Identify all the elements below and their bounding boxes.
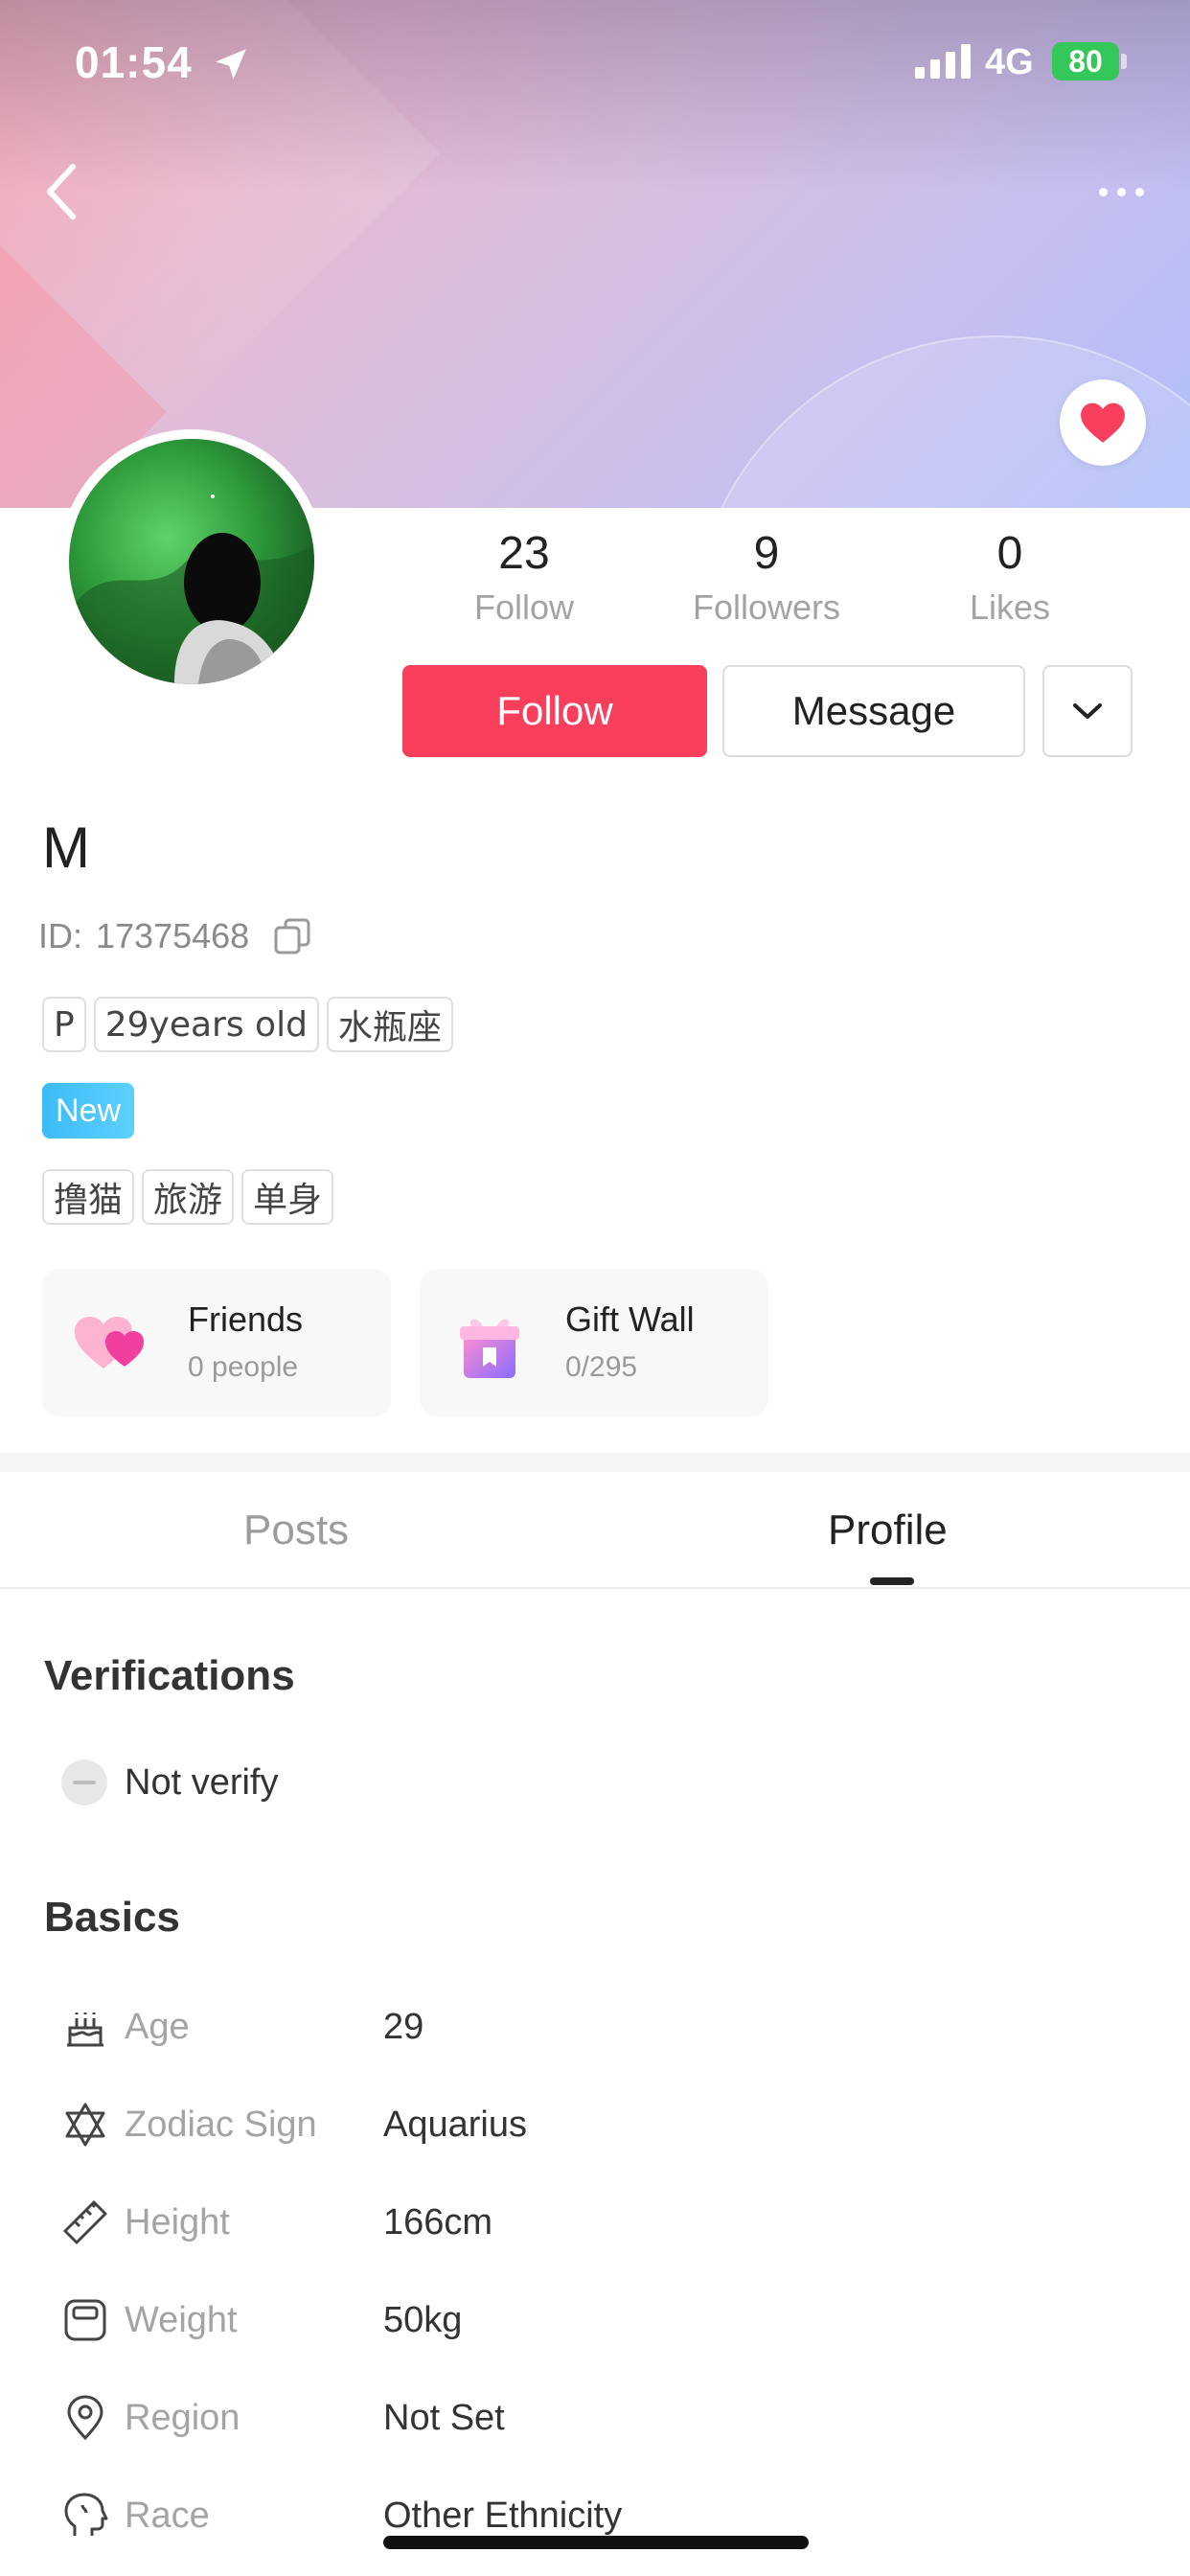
- gift-icon: [448, 1309, 535, 1378]
- battery-icon: 80: [1052, 42, 1119, 80]
- card-subtitle: 0 people: [188, 1351, 299, 1383]
- info-row-height: Height 166cm: [59, 2189, 1152, 2256]
- follow-button[interactable]: Follow: [402, 665, 707, 757]
- info-value: 50kg: [383, 2299, 463, 2340]
- interest-tag: 撸猫: [42, 1169, 135, 1225]
- verifications-title: Verifications: [44, 1652, 295, 1699]
- verification-text: Not verify: [125, 1761, 279, 1803]
- new-badge: New: [42, 1083, 135, 1138]
- interest-tag: 旅游: [142, 1169, 235, 1225]
- status-bar: 01:54 4G 80: [0, 0, 1190, 125]
- not-verified-icon: [61, 1760, 107, 1806]
- stat-likes[interactable]: 0 Likes: [904, 527, 1115, 628]
- hearts-icon: [71, 1309, 157, 1376]
- avatar-image: [69, 439, 314, 684]
- info-label: Weight: [125, 2299, 238, 2340]
- id-value: 17375468: [96, 916, 250, 955]
- section-divider: [0, 1453, 1190, 1472]
- profile-name: M: [42, 816, 90, 880]
- stat-followers[interactable]: 9 Followers: [661, 527, 872, 628]
- more-dot: [1134, 187, 1144, 196]
- battery-level: 80: [1068, 43, 1103, 79]
- tab-indicator: [870, 1577, 914, 1585]
- info-value: 29: [383, 2006, 424, 2047]
- info-label: Age: [125, 2006, 190, 2047]
- info-value: Aquarius: [383, 2104, 527, 2145]
- stat-label: Followers: [692, 587, 841, 627]
- ruler-icon: [59, 2196, 111, 2248]
- location-pin-icon: [59, 2392, 111, 2444]
- network-type: 4G: [985, 42, 1034, 82]
- info-row-weight: Weight 50kg: [59, 2287, 1152, 2354]
- battery-cap: [1121, 54, 1127, 69]
- info-label: Race: [125, 2495, 210, 2536]
- stat-label: Likes: [969, 587, 1051, 627]
- copy-icon[interactable]: [272, 916, 312, 956]
- star-of-david-icon: [59, 2099, 111, 2150]
- verification-status: Not verify: [61, 1760, 278, 1806]
- cellular-signal-icon: [915, 44, 973, 83]
- tab-posts[interactable]: Posts: [243, 1506, 349, 1554]
- head-silhouette-icon: [59, 2490, 111, 2542]
- interest-tag: 单身: [241, 1169, 334, 1225]
- basics-title: Basics: [44, 1894, 180, 1941]
- gift-wall-card[interactable]: Gift Wall 0/295: [420, 1269, 768, 1416]
- card-subtitle: 0/295: [565, 1351, 638, 1383]
- info-value: 166cm: [383, 2201, 493, 2242]
- dropdown-button[interactable]: [1042, 665, 1133, 757]
- location-arrow-icon: [211, 44, 251, 89]
- stat-value: 23: [498, 528, 550, 579]
- id-label: ID:: [38, 916, 83, 955]
- tag: 水瓶座: [326, 997, 453, 1052]
- profile-tags: P 29years old 水瓶座: [42, 997, 453, 1052]
- tag: P: [42, 997, 86, 1052]
- info-row-region: Region Not Set: [59, 2384, 1152, 2451]
- more-dot: [1116, 187, 1126, 196]
- status-time: 01:54: [75, 37, 193, 87]
- stat-label: Follow: [473, 587, 575, 627]
- cake-icon: [59, 2001, 111, 2053]
- friends-card[interactable]: Friends 0 people: [42, 1269, 391, 1416]
- info-label: Zodiac Sign: [125, 2104, 317, 2145]
- info-label: Region: [125, 2397, 240, 2438]
- back-button[interactable]: [23, 153, 100, 230]
- avatar[interactable]: [59, 429, 324, 694]
- info-label: Height: [125, 2201, 230, 2242]
- card-title: Gift Wall: [565, 1300, 695, 1339]
- more-options-button[interactable]: [1083, 163, 1159, 220]
- info-value: Not Set: [383, 2397, 505, 2438]
- stat-follow[interactable]: 23 Follow: [419, 527, 629, 628]
- chevron-down-icon: [1073, 703, 1102, 719]
- chevron-left-icon: [47, 164, 76, 219]
- heart-icon: [1081, 402, 1125, 443]
- tag: 29years old: [93, 997, 319, 1052]
- info-row-zodiac: Zodiac Sign Aquarius: [59, 2091, 1152, 2158]
- tab-profile[interactable]: Profile: [828, 1506, 948, 1554]
- home-indicator[interactable]: [383, 2536, 809, 2549]
- stat-value: 0: [996, 528, 1023, 579]
- more-dot: [1098, 187, 1108, 196]
- info-value: Other Ethnicity: [383, 2495, 623, 2536]
- info-row-age: Age 29: [59, 1993, 1152, 2060]
- scale-icon: [59, 2294, 111, 2346]
- interest-tags: 撸猫 旅游 单身: [42, 1169, 334, 1225]
- message-button[interactable]: Message: [722, 665, 1025, 757]
- card-title: Friends: [188, 1300, 304, 1339]
- profile-id: ID: 17375468: [38, 916, 312, 956]
- tab-divider: [0, 1587, 1190, 1589]
- like-button[interactable]: [1060, 380, 1146, 466]
- stat-value: 9: [753, 528, 780, 579]
